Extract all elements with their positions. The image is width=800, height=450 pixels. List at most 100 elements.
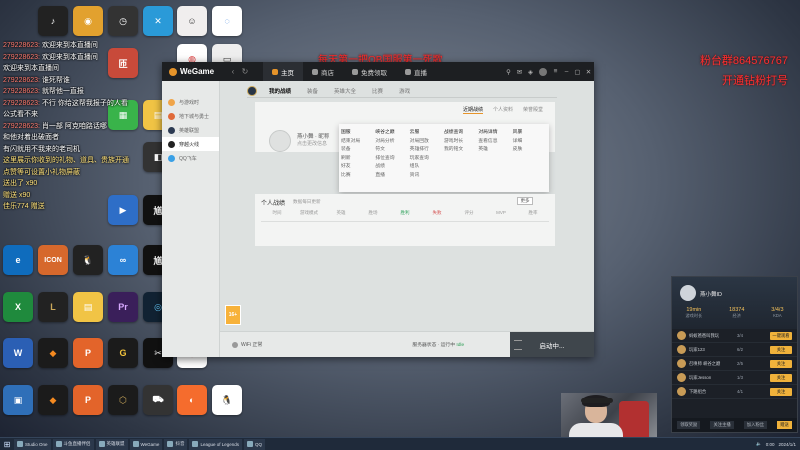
network-status[interactable]: WiFi 正常 xyxy=(232,341,262,348)
menu-item[interactable]: 对局回放 xyxy=(410,137,444,146)
menu-item[interactable]: 查看信息 xyxy=(478,137,512,146)
profile-tab-info[interactable]: 个人资料 xyxy=(493,106,513,114)
menu-item[interactable]: 我的铭文 xyxy=(444,145,478,154)
taskbar-item[interactable]: WeGame xyxy=(129,438,163,450)
chat-username[interactable]: 279228623: xyxy=(3,54,40,61)
tab-live[interactable]: 直播 xyxy=(396,62,436,81)
desktop-icon-league[interactable]: L xyxy=(38,292,68,322)
desktop-icon-docs[interactable]: ▤ xyxy=(73,292,103,322)
menu-item[interactable]: 英雄 xyxy=(478,145,512,154)
table-header-cell[interactable]: 胜利 xyxy=(389,210,421,218)
desktop-icon-shield[interactable]: ⬡ xyxy=(108,385,138,415)
desktop-icon-word[interactable]: W xyxy=(3,338,33,368)
maximize-icon[interactable]: ▢ xyxy=(572,68,583,76)
menu-icon[interactable]: ≡ xyxy=(550,68,561,75)
table-header-cell[interactable]: 胜率 xyxy=(517,210,549,218)
desktop-icon-cloud[interactable]: ◌ xyxy=(212,6,242,36)
subnav-matches[interactable]: 比赛 xyxy=(364,87,391,95)
follow-button[interactable]: 关注 xyxy=(770,359,792,368)
start-icon[interactable]: ⊞ xyxy=(0,438,14,450)
desktop-icon-orange[interactable]: ◆ xyxy=(38,338,68,368)
menu-item[interactable] xyxy=(478,171,512,180)
taskbar-item[interactable]: QQ xyxy=(244,438,266,450)
close-icon[interactable]: ✕ xyxy=(583,68,594,76)
menu-item[interactable]: 资讯 xyxy=(410,171,444,180)
gamepad-icon[interactable]: ◈ xyxy=(525,68,536,76)
menu-item[interactable]: 战绩查询 xyxy=(444,128,478,137)
table-header-cell[interactable]: 游戏模式 xyxy=(293,210,325,218)
rail-item-1[interactable]: 地下城与勇士 xyxy=(162,109,219,123)
menu-item[interactable]: 风暴 xyxy=(513,128,547,137)
tray-time[interactable]: 0:00 xyxy=(766,442,775,447)
desktop-icon-icon-text[interactable]: ICON xyxy=(38,245,68,275)
desktop-icon-monitor[interactable]: ▣ xyxy=(3,385,33,415)
tab-store[interactable]: 商店 xyxy=(303,62,343,81)
menu-item[interactable]: 游戏时长 xyxy=(444,137,478,146)
footer-button[interactable]: 关注主播 xyxy=(710,421,734,429)
footer-button[interactable]: 赠送 xyxy=(777,421,792,429)
menu-item[interactable] xyxy=(513,162,547,171)
desktop-icon-premiere[interactable]: Pr xyxy=(108,292,138,322)
desktop-icon-edge[interactable]: e xyxy=(3,245,33,275)
menu-item[interactable]: 刷新 xyxy=(341,154,375,163)
desktop-icon-clock[interactable]: ◷ xyxy=(108,6,138,36)
desktop-icon-g[interactable]: G xyxy=(108,338,138,368)
back-arrow-icon[interactable]: ‹ xyxy=(227,67,239,76)
desktop-icon-circles[interactable]: ∞ xyxy=(108,245,138,275)
menu-item[interactable] xyxy=(444,154,478,163)
menu-item[interactable]: 皮肤 xyxy=(513,145,547,154)
subnav-heroes[interactable]: 英雄大全 xyxy=(326,87,364,95)
menu-item[interactable]: 详细 xyxy=(513,137,547,146)
follow-button[interactable]: 关注 xyxy=(770,387,792,396)
menu-item[interactable]: 比赛 xyxy=(341,171,375,180)
desktop-icon-qq[interactable]: 🐧 xyxy=(212,385,242,415)
volume-icon[interactable]: 🔈 xyxy=(756,441,762,447)
desktop-icon-orange2[interactable]: ◆ xyxy=(38,385,68,415)
chat-username[interactable]: 279228623: xyxy=(3,123,40,130)
table-header-cell[interactable]: 失败 xyxy=(421,210,453,218)
follow-button[interactable]: 关注 xyxy=(770,373,792,382)
desktop-icon-penguin[interactable]: 🐧 xyxy=(73,245,103,275)
chat-username[interactable]: 279228623: xyxy=(3,88,40,95)
refresh-icon[interactable]: ↻ xyxy=(239,67,251,76)
rail-item-3[interactable]: 穿越火线 xyxy=(162,137,219,151)
notification-icon[interactable]: ⚲ xyxy=(503,68,514,76)
menu-item[interactable] xyxy=(444,171,478,180)
menu-item[interactable]: 对局分析 xyxy=(375,137,409,146)
menu-item[interactable] xyxy=(513,171,547,180)
menu-item[interactable]: 国服 xyxy=(341,128,375,137)
rail-item-2[interactable]: 英雄联盟 xyxy=(162,123,219,137)
desktop-icon-origin[interactable]: ◐ xyxy=(177,385,207,415)
menu-item[interactable] xyxy=(513,154,547,163)
profile-tab-recent[interactable]: 近期战绩 xyxy=(462,106,483,114)
desktop-icon-ghost[interactable]: ☺ xyxy=(177,6,207,36)
menu-item[interactable]: 云服 xyxy=(410,128,444,137)
menu-item[interactable]: 排位查询 xyxy=(375,154,409,163)
follow-button[interactable]: 一键观看 xyxy=(770,331,792,340)
table-header-cell[interactable]: 胜场 xyxy=(357,210,389,218)
menu-item[interactable]: 直播 xyxy=(375,171,409,180)
mail-icon[interactable]: ✉ xyxy=(514,68,525,76)
tab-home[interactable]: 主页 xyxy=(263,62,303,81)
desktop-icon-music[interactable]: ♪ xyxy=(38,6,68,36)
taskbar-item[interactable]: 斗鱼直播伴侣 xyxy=(52,438,94,450)
menu-item[interactable]: 对局详情 xyxy=(478,128,512,137)
menu-item[interactable] xyxy=(478,162,512,171)
stats-more-button[interactable]: 更多 xyxy=(517,197,533,205)
profile-tab-honor[interactable]: 荣誉殿堂 xyxy=(523,106,543,114)
menu-item[interactable]: 玩家查询 xyxy=(410,154,444,163)
footer-button[interactable]: 领取奖励 xyxy=(677,421,701,429)
menu-item[interactable] xyxy=(444,162,478,171)
menu-item[interactable]: 战绩 xyxy=(375,162,409,171)
footer-button[interactable]: 加入粉丝 xyxy=(743,421,768,429)
menu-item[interactable]: 好友 xyxy=(341,162,375,171)
taskbar-item[interactable]: Studio One xyxy=(14,438,51,450)
follow-button[interactable]: 关注 xyxy=(770,345,792,354)
table-header-cell[interactable]: 时间 xyxy=(261,210,293,218)
table-header-cell[interactable]: 英雄 xyxy=(325,210,357,218)
chat-username[interactable]: 279228623: xyxy=(3,100,40,107)
user-avatar[interactable] xyxy=(539,67,547,76)
table-header-cell[interactable]: MVP xyxy=(485,210,517,218)
subnav-equipment[interactable]: 装备 xyxy=(299,87,326,95)
tab-free[interactable]: 免费领取 xyxy=(343,62,396,81)
